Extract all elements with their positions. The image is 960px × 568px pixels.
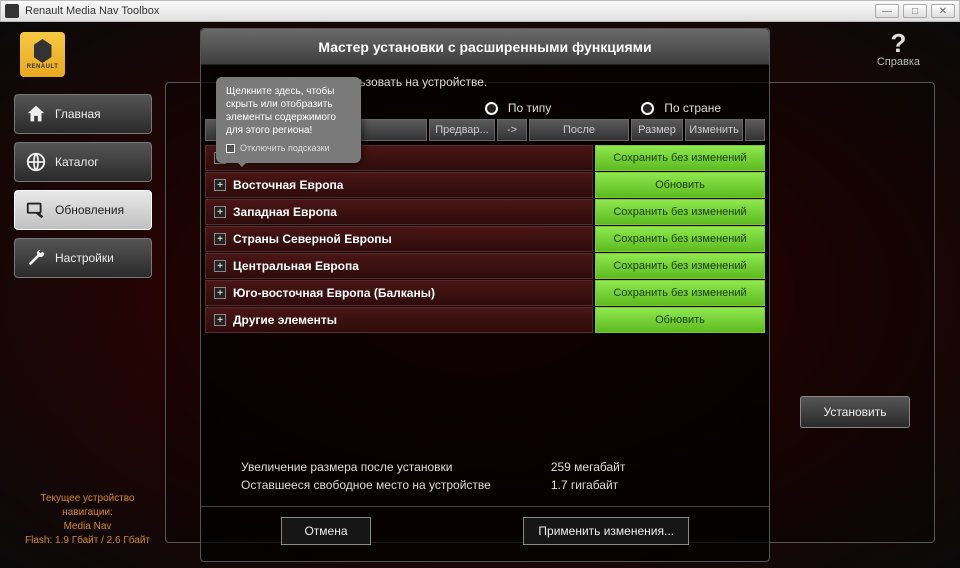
radio-by-type[interactable] <box>485 102 498 115</box>
region-action-button[interactable]: Сохранить без изменений <box>595 280 765 306</box>
free-space-label: Оставшееся свободное место на устройстве <box>241 478 491 492</box>
sidebar: Главная Каталог Обновления Настройки <box>14 94 152 278</box>
region-row: + Страны Северной Европы Сохранить без изм… <box>205 226 765 252</box>
app-icon <box>5 4 19 18</box>
region-action-button[interactable]: Обновить <box>595 307 765 333</box>
region-rows: +Ближний ВостокСохранить без изменений+В… <box>201 143 769 335</box>
home-icon <box>25 103 47 125</box>
region-action-button[interactable]: Сохранить без изменений <box>595 226 765 252</box>
region-name: Центральная Европа <box>233 259 359 273</box>
radio-by-country[interactable] <box>641 102 654 115</box>
region-action-button[interactable]: Обновить <box>595 172 765 198</box>
col-size[interactable]: Размер <box>631 119 683 141</box>
modal-footer-stats: Увеличение размера после установки Остав… <box>201 456 769 506</box>
region-row-label[interactable]: + Страны Северной Европы <box>205 226 593 252</box>
region-row: + Центральная Европа Сохранить без изменен… <box>205 253 765 279</box>
nav-home-label: Главная <box>55 107 101 121</box>
col-arrow: -> <box>497 119 527 141</box>
question-icon: ? <box>877 30 920 56</box>
col-scroll-spacer <box>745 119 765 141</box>
device-info-line3: Flash: 1.9 Гбайт / 2.6 Гбайт <box>20 534 155 548</box>
wrench-icon <box>25 247 47 269</box>
install-button[interactable]: Установить <box>800 396 910 428</box>
filter-by-country-label: По стране <box>664 101 721 115</box>
disable-hints-label: Отключить подсказки <box>240 143 330 155</box>
region-name: Западная Европа <box>233 205 337 219</box>
hint-tooltip-text: Щелкните здесь, чтобы скрыть или отобраз… <box>226 85 351 137</box>
region-row-label[interactable]: + Другие элементы <box>205 307 593 333</box>
disable-hints-checkbox[interactable] <box>226 144 235 153</box>
expand-icon[interactable]: + <box>214 206 226 218</box>
region-row-label[interactable]: + Центральная Европа <box>205 253 593 279</box>
help-label: Справка <box>877 56 920 68</box>
renault-diamond-icon <box>34 39 52 63</box>
nav-catalog[interactable]: Каталог <box>14 142 152 182</box>
close-button[interactable]: ✕ <box>931 4 955 18</box>
region-name: Страны Северной Европы <box>233 232 392 246</box>
nav-catalog-label: Каталог <box>55 155 99 169</box>
region-row: + Западная Европа Сохранить без изменений <box>205 199 765 225</box>
expand-icon[interactable]: + <box>214 287 226 299</box>
cancel-button[interactable]: Отмена <box>281 517 371 545</box>
region-row-label[interactable]: + Восточная Европа <box>205 172 593 198</box>
region-row: + Восточная Европа Обновить <box>205 172 765 198</box>
expand-icon[interactable]: + <box>214 260 226 272</box>
col-change[interactable]: Изменить <box>685 119 743 141</box>
updates-icon <box>25 199 47 221</box>
nav-updates[interactable]: Обновления <box>14 190 152 230</box>
region-row-label[interactable]: + Юго-восточная Европа (Балканы) <box>205 280 593 306</box>
minimize-button[interactable]: — <box>875 4 899 18</box>
nav-updates-label: Обновления <box>55 203 124 217</box>
size-increase-value: 259 мегабайт <box>551 460 626 474</box>
device-info-line1: Текущее устройство навигации: <box>20 492 155 520</box>
renault-logo-label: RENAULT <box>27 64 59 70</box>
free-space-value: 1.7 гигабайт <box>551 478 626 492</box>
app-root: RENAULT ? Справка Главная Каталог Обновл… <box>0 22 960 568</box>
help-button[interactable]: ? Справка <box>877 30 920 68</box>
hint-tooltip: Щелкните здесь, чтобы скрыть или отобраз… <box>216 77 361 163</box>
region-name: Юго-восточная Европа (Балканы) <box>233 286 435 300</box>
apply-changes-button[interactable]: Применить изменения... <box>523 517 689 545</box>
globe-icon <box>25 151 47 173</box>
region-name: Другие элементы <box>233 313 337 327</box>
nav-home[interactable]: Главная <box>14 94 152 134</box>
nav-settings-label: Настройки <box>55 251 114 265</box>
expand-icon[interactable]: + <box>214 179 226 191</box>
col-before[interactable]: Предвар... <box>429 119 495 141</box>
region-action-button[interactable]: Сохранить без изменений <box>595 145 765 171</box>
region-row: + Юго-восточная Европа (Балканы) Сохранить… <box>205 280 765 306</box>
device-info-line2: Media Nav <box>20 520 155 534</box>
region-row-label[interactable]: + Западная Европа <box>205 199 593 225</box>
filter-by-type-label: По типу <box>508 101 551 115</box>
region-name: Восточная Европа <box>233 178 343 192</box>
col-after[interactable]: После <box>529 119 629 141</box>
nav-settings[interactable]: Настройки <box>14 238 152 278</box>
region-row: + Другие элементы Обновить <box>205 307 765 333</box>
modal-title: Мастер установки с расширенными функциям… <box>201 29 769 65</box>
maximize-button[interactable]: □ <box>903 4 927 18</box>
device-info: Текущее устройство навигации: Media Nav … <box>20 492 155 548</box>
modal-footer-buttons: Отмена Применить изменения... <box>201 506 769 561</box>
renault-logo: RENAULT <box>20 32 65 77</box>
region-action-button[interactable]: Сохранить без изменений <box>595 253 765 279</box>
region-action-button[interactable]: Сохранить без изменений <box>595 199 765 225</box>
expand-icon[interactable]: + <box>214 314 226 326</box>
window-titlebar: Renault Media Nav Toolbox — □ ✕ <box>0 0 960 22</box>
size-increase-label: Увеличение размера после установки <box>241 460 491 474</box>
window-title: Renault Media Nav Toolbox <box>25 5 875 17</box>
expand-icon[interactable]: + <box>214 233 226 245</box>
